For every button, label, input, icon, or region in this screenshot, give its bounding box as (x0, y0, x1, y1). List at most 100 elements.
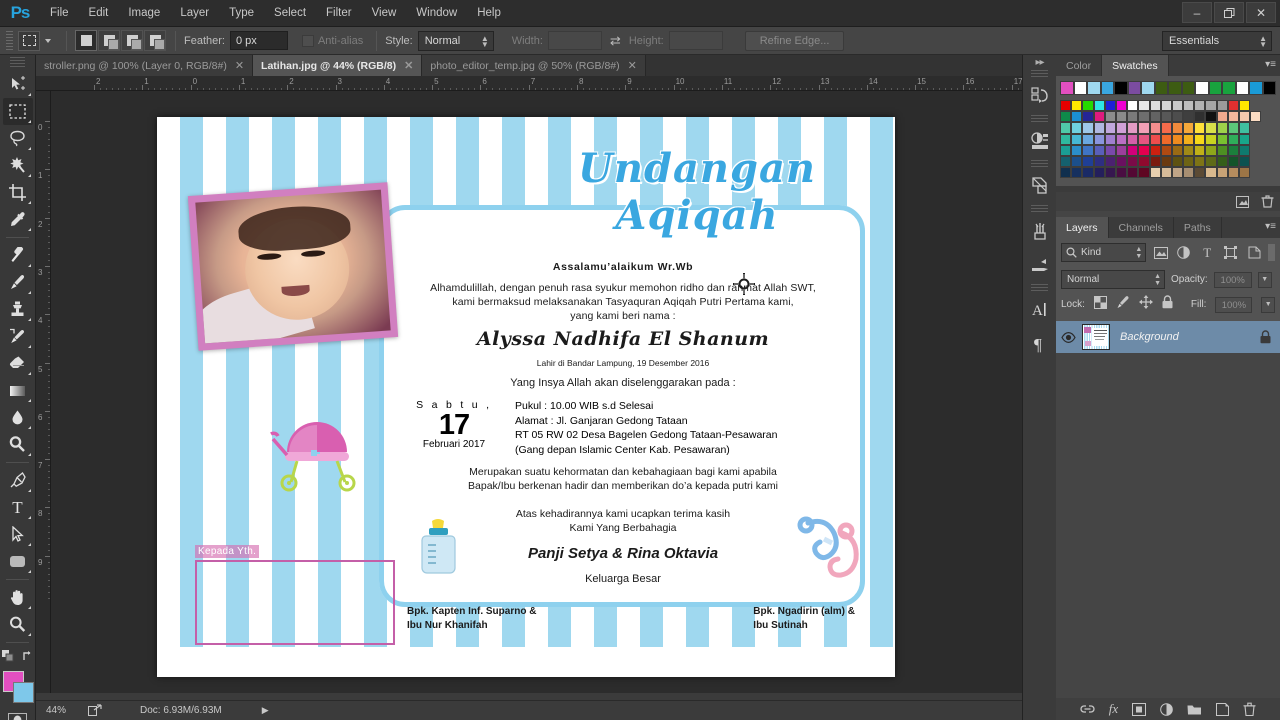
color-swatch[interactable] (1205, 167, 1217, 179)
color-swatch[interactable] (1093, 144, 1105, 156)
color-swatch[interactable] (1115, 111, 1128, 123)
history-icon[interactable] (1023, 79, 1057, 113)
color-swatch[interactable] (1071, 122, 1083, 134)
menu-help[interactable]: Help (467, 0, 511, 27)
height-input[interactable] (668, 31, 723, 50)
color-swatch[interactable] (1082, 144, 1094, 156)
color-swatch[interactable] (1138, 133, 1150, 145)
color-swatch[interactable] (1183, 111, 1195, 123)
color-swatch[interactable] (1093, 122, 1105, 134)
filter-shape-icon[interactable] (1221, 243, 1239, 262)
color-swatch[interactable] (1227, 111, 1239, 123)
new-group-icon[interactable] (1187, 703, 1202, 715)
link-layers-icon[interactable] (1080, 704, 1095, 714)
color-swatch[interactable] (1216, 167, 1228, 179)
feather-input[interactable]: 0 px (229, 31, 288, 50)
share-icon[interactable] (88, 704, 102, 717)
add-to-selection-button[interactable] (98, 30, 120, 51)
path-selection-tool[interactable] (3, 521, 33, 548)
color-swatch[interactable] (1194, 100, 1206, 112)
color-swatch[interactable] (1127, 122, 1139, 134)
paragraph-icon[interactable]: ¶ (1023, 327, 1057, 361)
color-swatch[interactable] (1060, 144, 1072, 156)
current-tool-preview-icon[interactable] (18, 30, 40, 51)
recent-swatch[interactable] (1168, 81, 1182, 95)
color-swatch[interactable] (1183, 100, 1195, 112)
color-swatch[interactable] (1239, 144, 1251, 156)
color-swatch[interactable] (1171, 155, 1184, 168)
color-swatch[interactable] (1093, 133, 1105, 145)
add-layer-mask-icon[interactable] (1132, 702, 1147, 716)
brush-presets-icon[interactable] (1023, 248, 1057, 282)
panel-menu-icon[interactable]: ▾≡ (1265, 59, 1276, 70)
color-swatch[interactable] (1104, 133, 1116, 145)
document-canvas[interactable]: Undangan Aqiqah Assalamu’alaikum Wr.Wb A… (157, 117, 895, 677)
fill-value[interactable]: 100% (1215, 296, 1253, 313)
recent-swatch[interactable] (1060, 81, 1074, 95)
background-color-swatch[interactable] (12, 682, 34, 703)
color-swatch[interactable] (1160, 155, 1172, 168)
document-tab-stroller[interactable]: stroller.png @ 100% (Layer 0, RGB/8#) ✕ (36, 55, 254, 76)
recent-swatch[interactable] (1114, 81, 1128, 95)
color-swatch[interactable] (1239, 100, 1251, 112)
swatches-panel[interactable] (1056, 76, 1280, 187)
brush-tool[interactable] (3, 269, 33, 296)
color-swatch[interactable] (1216, 100, 1228, 112)
color-swatch[interactable] (1171, 100, 1184, 112)
eyedropper-tool[interactable] (3, 206, 33, 233)
eraser-tool[interactable] (3, 350, 33, 377)
close-icon[interactable]: ✕ (628, 59, 637, 72)
color-swatch[interactable] (1227, 100, 1239, 112)
color-swatch[interactable] (1082, 111, 1094, 123)
color-swatch[interactable] (1115, 144, 1128, 156)
color-swatch[interactable] (1205, 111, 1217, 123)
tools-panel-grip[interactable] (10, 57, 25, 69)
color-swatch[interactable] (1205, 122, 1217, 134)
menu-file[interactable]: File (40, 0, 79, 27)
recent-swatches-row[interactable] (1060, 81, 1276, 95)
recent-swatch[interactable] (1154, 81, 1168, 95)
color-swatch[interactable] (1060, 111, 1072, 123)
recent-swatch[interactable] (1087, 81, 1101, 95)
color-swatch[interactable] (1149, 167, 1161, 179)
color-swatch[interactable] (1160, 144, 1172, 156)
tab-paths[interactable]: Paths (1174, 217, 1222, 239)
color-swatch[interactable] (1071, 155, 1083, 168)
color-swatch[interactable] (1060, 155, 1072, 168)
recent-swatch[interactable] (1141, 81, 1155, 95)
fill-chevron-down-icon[interactable]: ▼ (1261, 296, 1275, 313)
tab-color[interactable]: Color (1056, 55, 1103, 76)
color-swatch[interactable] (1239, 155, 1251, 168)
recent-swatch[interactable] (1073, 81, 1087, 95)
color-swatch[interactable] (1127, 133, 1139, 145)
options-bar-grip[interactable] (6, 30, 13, 51)
hand-tool[interactable] (3, 584, 33, 611)
color-swatch[interactable] (1071, 167, 1083, 179)
lock-position-icon[interactable] (1138, 295, 1153, 314)
dock-grip[interactable] (1031, 115, 1048, 123)
color-swatch[interactable] (1171, 144, 1184, 156)
color-swatch[interactable] (1138, 100, 1150, 112)
anti-alias-checkbox[interactable] (301, 34, 314, 47)
filter-adjustment-icon[interactable] (1175, 243, 1193, 262)
menu-filter[interactable]: Filter (316, 0, 362, 27)
color-swatch[interactable] (1216, 144, 1228, 156)
color-swatch[interactable] (1227, 167, 1239, 179)
color-swatch[interactable] (1127, 155, 1139, 168)
layer-row-background[interactable]: Background (1056, 321, 1280, 354)
style-select[interactable]: Normal ▲ ▼ (417, 30, 494, 51)
default-colors-icon[interactable] (1, 650, 14, 662)
color-swatch[interactable] (1138, 155, 1150, 168)
swap-dimensions-icon[interactable]: ⇄ (610, 33, 621, 49)
layer-style-fx-icon[interactable]: fx (1109, 701, 1118, 717)
document-tab-photo-editor-temp[interactable]: photo_editor_temp.jpg @ 50% (RGB/8#) ✕ (422, 55, 646, 76)
status-expand-arrow-icon[interactable]: ▶ (262, 705, 269, 716)
workspace-select[interactable]: Essentials ▲ ▼ (1162, 31, 1272, 51)
delete-swatch-icon[interactable] (1261, 195, 1274, 208)
color-swatch[interactable] (1183, 144, 1195, 156)
color-swatch[interactable] (1060, 100, 1072, 112)
filter-image-icon[interactable] (1151, 243, 1169, 262)
color-swatch[interactable] (1104, 111, 1116, 123)
new-adjustment-layer-icon[interactable] (1160, 702, 1173, 716)
swatch-grid[interactable] (1060, 100, 1276, 179)
